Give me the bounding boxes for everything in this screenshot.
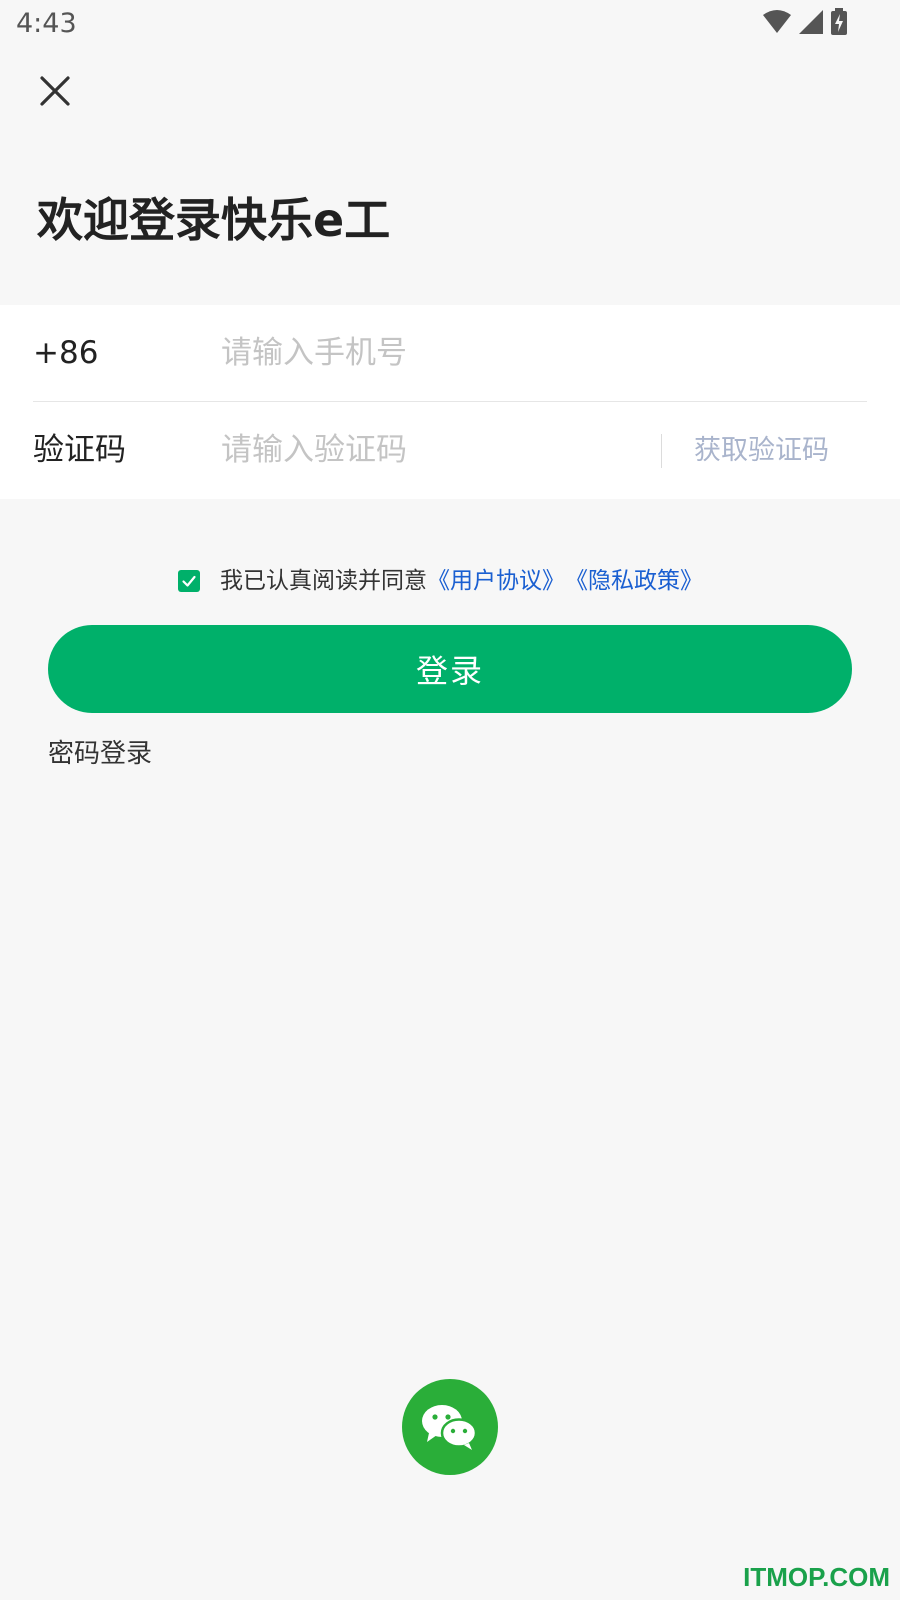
country-code-label[interactable]: +86 (33, 305, 98, 402)
close-button[interactable] (30, 66, 80, 116)
code-divider (661, 434, 662, 468)
status-time: 4:43 (16, 8, 77, 39)
watermark: ITMOP.COM (743, 1562, 890, 1592)
battery-charging-icon (830, 8, 848, 40)
privacy-policy-link[interactable]: 《隐私政策》 (565, 561, 703, 595)
agreement-checkbox[interactable] (178, 570, 200, 592)
code-label: 验证码 (33, 432, 126, 468)
status-icons (762, 8, 848, 40)
page-title: 欢迎登录快乐e工 (37, 193, 391, 247)
code-row: 验证码 获取验证码 (33, 402, 867, 499)
code-input[interactable] (221, 424, 641, 476)
close-icon (40, 76, 70, 106)
phone-row: +86 (33, 305, 867, 402)
agreement-row: 我已认真阅读并同意 《用户协议》 《隐私政策》 (178, 560, 703, 596)
cell-signal-icon (798, 9, 824, 39)
agreement-text: 我已认真阅读并同意 (220, 568, 427, 594)
wechat-login-button[interactable] (402, 1379, 498, 1475)
login-button[interactable]: 登录 (48, 625, 852, 713)
get-code-button[interactable]: 获取验证码 (694, 402, 829, 499)
password-login-link[interactable]: 密码登录 (48, 733, 152, 770)
status-bar: 4:43 (0, 0, 900, 52)
user-agreement-link[interactable]: 《用户协议》 (427, 561, 565, 595)
login-form: +86 验证码 获取验证码 (0, 305, 900, 499)
wifi-icon (762, 9, 792, 39)
check-icon (182, 575, 196, 587)
phone-input[interactable] (221, 327, 841, 379)
wechat-icon (422, 1405, 478, 1450)
